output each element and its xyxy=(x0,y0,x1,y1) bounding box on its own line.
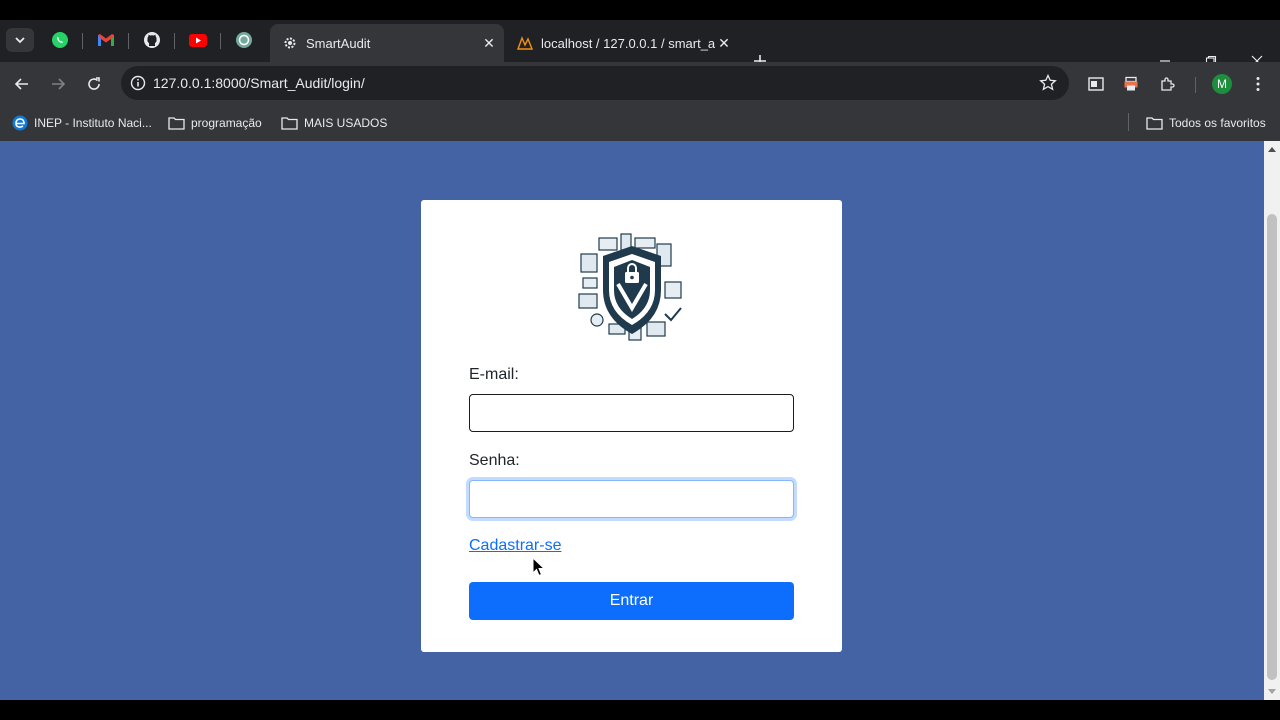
email-label: E-mail: xyxy=(469,366,519,383)
mouse-cursor-icon xyxy=(532,557,546,577)
bookmarks-bar: INEP - Instituto Naci... programação MAI… xyxy=(0,104,1280,141)
all-bookmarks-folder[interactable]: Todos os favoritos xyxy=(1146,112,1266,134)
github-icon xyxy=(144,32,160,48)
tab-smartaudit[interactable]: SmartAudit ✕ xyxy=(270,24,504,62)
tab-search-button[interactable] xyxy=(6,28,34,52)
gmail-icon xyxy=(98,34,114,46)
arrow-right-icon xyxy=(52,78,66,90)
bottom-black-bar xyxy=(0,700,1280,720)
scroll-thumb[interactable] xyxy=(1267,214,1277,680)
bookmark-label: INEP - Instituto Naci... xyxy=(34,116,152,130)
folder-icon xyxy=(168,116,185,130)
folder-icon xyxy=(1146,116,1163,130)
arrow-left-icon xyxy=(14,78,28,90)
youtube-icon xyxy=(189,33,207,47)
pinned-tab-youtube[interactable] xyxy=(182,28,214,52)
bookmark-label: Todos os favoritos xyxy=(1169,116,1266,130)
media-icon xyxy=(1088,77,1104,91)
profile-button[interactable]: M xyxy=(1208,70,1236,98)
login-button[interactable]: Entrar xyxy=(469,582,794,620)
chatgpt-icon xyxy=(236,32,252,48)
tab-title: localhost / 127.0.0.1 / smart_au xyxy=(541,35,715,51)
pinned-tab-chatgpt[interactable] xyxy=(228,28,260,52)
bookmark-label: programação xyxy=(191,116,262,130)
extensions-button[interactable] xyxy=(1154,70,1182,98)
password-label: Senha: xyxy=(469,452,520,469)
bookmark-inep[interactable]: INEP - Instituto Naci... xyxy=(12,112,152,134)
bookmark-folder-mais-usados[interactable]: MAIS USADOS xyxy=(281,112,387,134)
scroll-up-arrow-icon[interactable] xyxy=(1267,144,1277,154)
phpmyadmin-icon xyxy=(517,35,533,51)
tab-strip: SmartAudit ✕ localhost / 127.0.0.1 / sma… xyxy=(0,20,1280,67)
kebab-menu-icon xyxy=(1256,77,1260,91)
login-card: E-mail: Senha: Cadastrar-se Entrar xyxy=(421,200,842,652)
media-control-button[interactable] xyxy=(1082,70,1110,98)
whatsapp-icon xyxy=(52,32,68,48)
pinned-tab-whatsapp[interactable] xyxy=(44,28,76,52)
close-icon[interactable]: ✕ xyxy=(480,34,498,52)
password-field[interactable] xyxy=(469,480,794,518)
close-icon[interactable]: ✕ xyxy=(715,34,733,52)
page-viewport: E-mail: Senha: Cadastrar-se Entrar xyxy=(0,141,1264,700)
menu-button[interactable] xyxy=(1244,70,1272,98)
folder-icon xyxy=(281,116,298,130)
address-bar[interactable]: 127.0.0.1:8000/Smart_Audit/login/ xyxy=(121,66,1069,100)
scroll-down-arrow-icon[interactable] xyxy=(1267,687,1277,697)
reload-button[interactable] xyxy=(80,70,108,98)
address-url: 127.0.0.1:8000/Smart_Audit/login/ xyxy=(153,75,365,91)
forward-button[interactable] xyxy=(44,70,72,98)
site-info-icon[interactable] xyxy=(129,74,147,92)
bookmark-star-icon[interactable] xyxy=(1039,73,1057,97)
bookmark-folder-programacao[interactable]: programação xyxy=(168,112,262,134)
extension-button[interactable] xyxy=(1117,70,1145,98)
printer-icon xyxy=(1124,76,1138,91)
smartaudit-logo xyxy=(578,233,682,341)
pinned-tab-github[interactable] xyxy=(136,28,168,52)
bookmark-label: MAIS USADOS xyxy=(304,116,388,130)
signup-link[interactable]: Cadastrar-se xyxy=(469,537,561,555)
page-scrollbar[interactable] xyxy=(1264,141,1280,700)
reload-icon xyxy=(88,77,100,90)
email-field[interactable] xyxy=(469,394,794,432)
pinned-tab-gmail[interactable] xyxy=(90,28,122,52)
browser-toolbar: 127.0.0.1:8000/Smart_Audit/login/ M xyxy=(0,62,1280,104)
back-button[interactable] xyxy=(8,70,36,98)
tab-title: SmartAudit xyxy=(306,35,371,51)
top-black-bar xyxy=(0,0,1280,20)
puzzle-icon xyxy=(1161,77,1175,91)
gear-icon xyxy=(282,35,298,51)
edge-icon xyxy=(12,115,28,131)
tab-phpmyadmin[interactable]: localhost / 127.0.0.1 / smart_au ✕ xyxy=(505,24,739,62)
avatar: M xyxy=(1212,74,1232,94)
chevron-down-icon xyxy=(15,37,25,44)
